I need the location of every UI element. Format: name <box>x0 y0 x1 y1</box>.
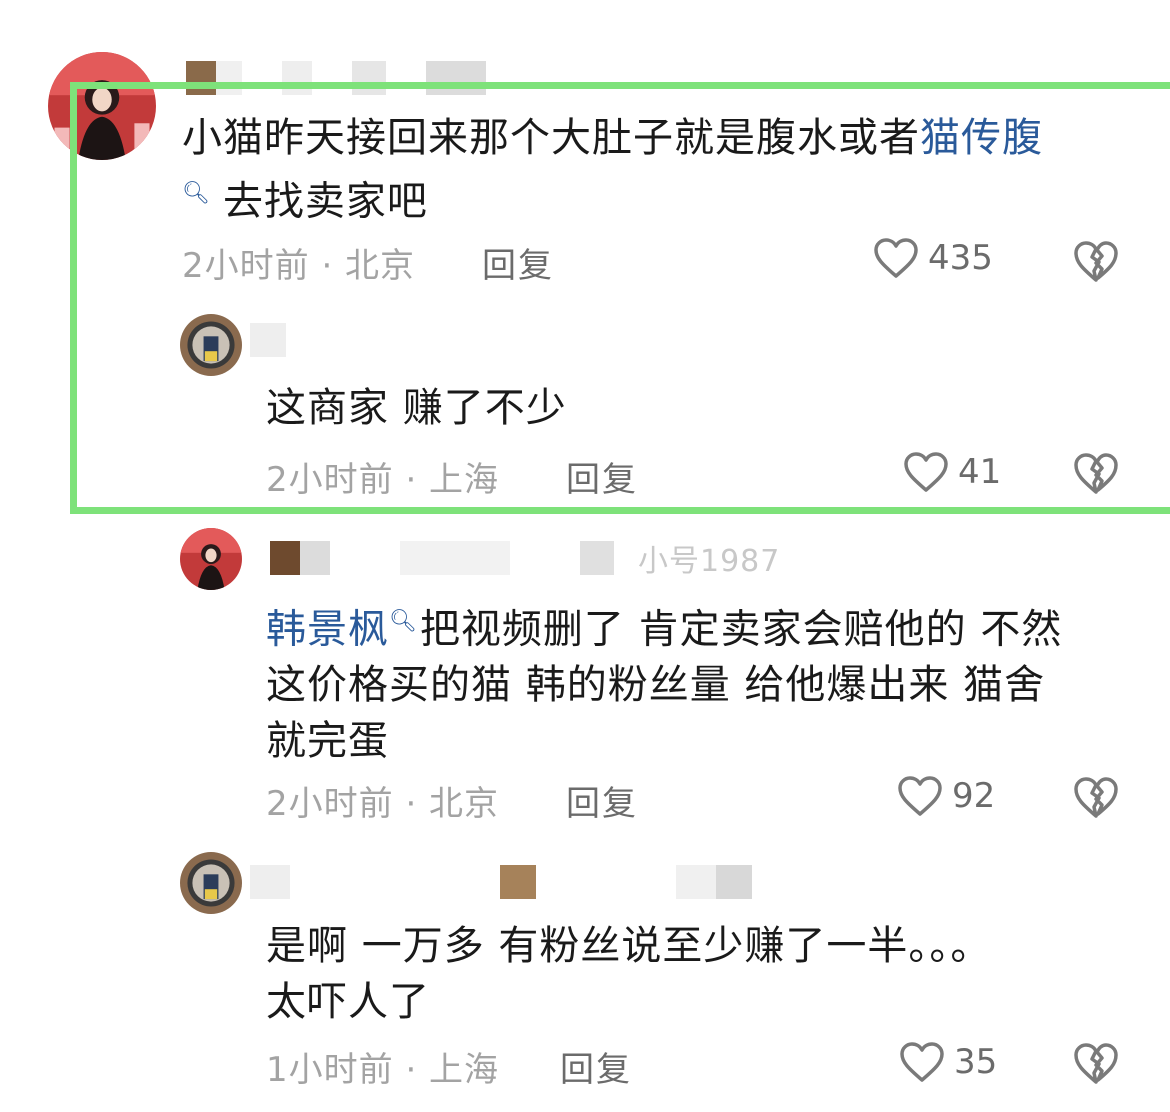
username[interactable] <box>250 322 346 358</box>
reply-button[interactable]: 回复 <box>566 776 638 825</box>
reply-button[interactable]: 回复 <box>482 238 554 287</box>
like-count: 41 <box>958 452 1002 492</box>
like-button[interactable]: 35 <box>898 1040 997 1084</box>
comment-text: 韩景枫🔍︎把视频删了 肯定卖家会赔他的 不然 这价格买的猫 韩的粉丝量 给他爆出… <box>266 606 1063 765</box>
time-location: 2小时前 · 北京 <box>266 784 500 824</box>
like-button[interactable]: 435 <box>872 236 993 280</box>
dislike-icon[interactable] <box>1072 238 1120 284</box>
comment-text: 是啊 一万多 有粉丝说至少赚了一半。。。 太吓人了 <box>266 923 992 1025</box>
like-count: 435 <box>928 238 993 278</box>
time-location: 2小时前 · 北京 <box>182 246 416 286</box>
avatar[interactable] <box>48 52 156 160</box>
comment-text: 这商家 赚了不少 <box>266 385 567 431</box>
search-link[interactable]: 猫传腹 <box>920 115 1043 161</box>
avatar[interactable] <box>180 314 242 376</box>
heart-icon <box>874 238 918 278</box>
dislike-icon[interactable] <box>1072 774 1120 820</box>
like-button[interactable]: 41 <box>902 450 1001 494</box>
reply-button[interactable]: 回复 <box>560 1042 632 1091</box>
like-count: 35 <box>954 1042 998 1082</box>
time-location: 2小时前 · 上海 <box>266 460 500 500</box>
username[interactable]: 小号1987 <box>270 540 780 579</box>
like-count: 92 <box>952 776 996 816</box>
reply-button[interactable]: 回复 <box>566 452 638 501</box>
username[interactable] <box>186 60 486 96</box>
dislike-icon[interactable] <box>1072 450 1120 496</box>
avatar[interactable] <box>180 528 242 590</box>
time-location: 1小时前 · 上海 <box>266 1050 500 1090</box>
heart-icon <box>898 776 942 816</box>
dislike-icon[interactable] <box>1072 1040 1120 1086</box>
comment-text: 小猫昨天接回来那个大肚子就是腹水或者猫传腹🔍︎ 去找卖家吧 <box>182 115 1043 225</box>
heart-icon <box>904 452 948 492</box>
username[interactable] <box>250 864 752 900</box>
search-link[interactable]: 韩景枫 <box>266 606 389 652</box>
search-icon[interactable]: 🔍︎ <box>389 609 418 634</box>
avatar[interactable] <box>180 852 242 914</box>
heart-icon <box>900 1042 944 1082</box>
search-icon[interactable]: 🔍︎ <box>182 181 211 206</box>
like-button[interactable]: 92 <box>896 774 995 818</box>
